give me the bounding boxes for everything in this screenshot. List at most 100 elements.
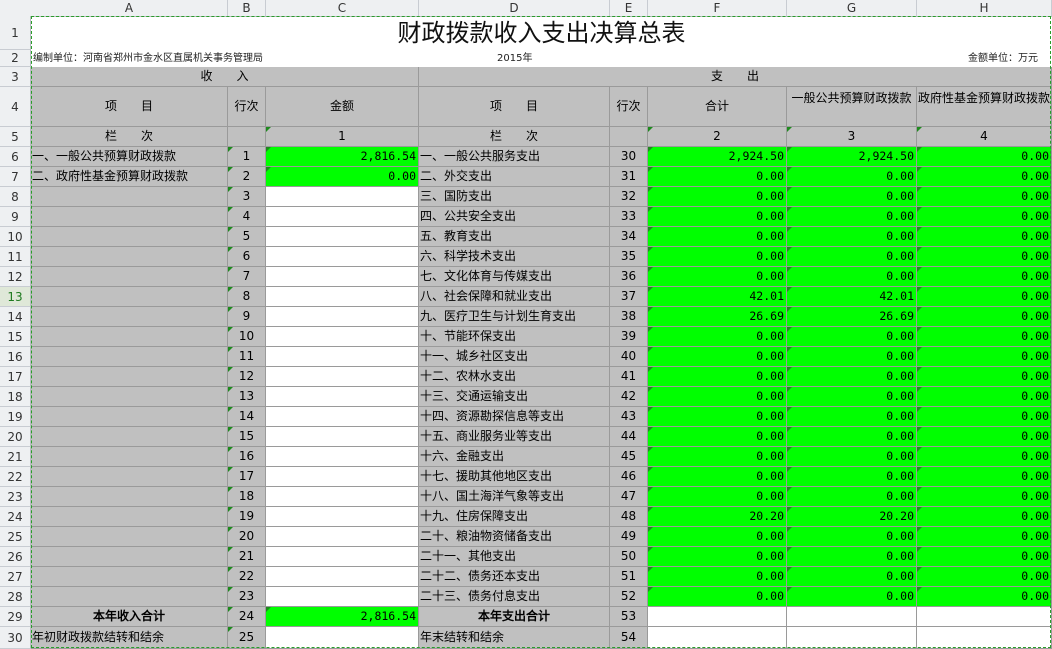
expense-item[interactable]: 十七、援助其他地区支出	[419, 467, 610, 487]
expense-section-header[interactable]: 支 出	[419, 67, 1052, 87]
row-header-13[interactable]: 13	[0, 287, 31, 307]
row-header-9[interactable]: 9	[0, 207, 31, 227]
expense-general-budget[interactable]: 0.00	[787, 267, 917, 287]
row-header-21[interactable]: 21	[0, 447, 31, 467]
row-header-28[interactable]: 28	[0, 587, 31, 607]
expense-item[interactable]: 九、医疗卫生与计划生育支出	[419, 307, 610, 327]
income-line[interactable]: 3	[228, 187, 266, 207]
column-header-f[interactable]: F	[648, 0, 787, 16]
column-number-c[interactable]: 1	[266, 127, 419, 147]
row-header-22[interactable]: 22	[0, 467, 31, 487]
expense-fund-budget[interactable]: 0.00	[917, 187, 1052, 207]
expense-line[interactable]: 48	[610, 507, 648, 527]
income-item[interactable]	[31, 407, 228, 427]
expense-fund-budget[interactable]: 0.00	[917, 367, 1052, 387]
income-carry-label[interactable]: 年初财政拨款结转和结余	[31, 627, 228, 649]
expense-total[interactable]: 0.00	[648, 367, 787, 387]
expense-line[interactable]: 39	[610, 327, 648, 347]
income-carry-line[interactable]: 25	[228, 627, 266, 649]
income-amount[interactable]	[266, 267, 419, 287]
expense-item[interactable]: 十三、交通运输支出	[419, 387, 610, 407]
income-line[interactable]: 20	[228, 527, 266, 547]
expense-general-budget[interactable]: 0.00	[787, 427, 917, 447]
expense-line[interactable]: 51	[610, 567, 648, 587]
income-line[interactable]: 10	[228, 327, 266, 347]
expense-item[interactable]: 十、节能环保支出	[419, 327, 610, 347]
column-number-g[interactable]: 3	[787, 127, 917, 147]
expense-fund-budget[interactable]: 0.00	[917, 267, 1052, 287]
expense-total[interactable]: 0.00	[648, 527, 787, 547]
income-amount[interactable]	[266, 487, 419, 507]
expense-total[interactable]: 0.00	[648, 567, 787, 587]
income-item[interactable]	[31, 547, 228, 567]
expense-line[interactable]: 31	[610, 167, 648, 187]
expense-fund-budget[interactable]: 0.00	[917, 247, 1052, 267]
expense-line[interactable]: 32	[610, 187, 648, 207]
expense-total[interactable]: 0.00	[648, 347, 787, 367]
expense-fund-budget[interactable]: 0.00	[917, 547, 1052, 567]
expense-carry-general[interactable]	[787, 627, 917, 649]
income-line[interactable]: 2	[228, 167, 266, 187]
column-header-c[interactable]: C	[266, 0, 419, 16]
income-line[interactable]: 15	[228, 427, 266, 447]
expense-total[interactable]: 26.69	[648, 307, 787, 327]
row-header-26[interactable]: 26	[0, 547, 31, 567]
income-item[interactable]: 一、一般公共预算财政拨款	[31, 147, 228, 167]
row-header-27[interactable]: 27	[0, 567, 31, 587]
expense-general-budget[interactable]: 0.00	[787, 247, 917, 267]
income-amount[interactable]	[266, 567, 419, 587]
income-item[interactable]	[31, 387, 228, 407]
income-total-label[interactable]: 本年收入合计	[31, 607, 228, 627]
income-item[interactable]: 二、政府性基金预算财政拨款	[31, 167, 228, 187]
expense-item[interactable]: 十一、城乡社区支出	[419, 347, 610, 367]
expense-line[interactable]: 42	[610, 387, 648, 407]
expense-item[interactable]: 一、一般公共服务支出	[419, 147, 610, 167]
income-item[interactable]	[31, 327, 228, 347]
expense-total[interactable]: 0.00	[648, 427, 787, 447]
income-line[interactable]: 16	[228, 447, 266, 467]
income-amount[interactable]	[266, 307, 419, 327]
row-header-29[interactable]: 29	[0, 607, 31, 627]
income-amount[interactable]	[266, 187, 419, 207]
column-number-e[interactable]	[610, 127, 648, 147]
row-header-17[interactable]: 17	[0, 367, 31, 387]
expense-total[interactable]: 0.00	[648, 467, 787, 487]
column-header-a[interactable]: A	[31, 0, 228, 16]
expense-line[interactable]: 46	[610, 467, 648, 487]
expense-general-budget[interactable]: 0.00	[787, 487, 917, 507]
expense-line[interactable]: 30	[610, 147, 648, 167]
income-amount[interactable]	[266, 347, 419, 367]
expense-line[interactable]: 45	[610, 447, 648, 467]
income-line[interactable]: 4	[228, 207, 266, 227]
row-header-18[interactable]: 18	[0, 387, 31, 407]
row-header-16[interactable]: 16	[0, 347, 31, 367]
column-number-b[interactable]	[228, 127, 266, 147]
expense-total[interactable]: 0.00	[648, 187, 787, 207]
income-item[interactable]	[31, 507, 228, 527]
income-amount[interactable]	[266, 387, 419, 407]
expense-item[interactable]: 十二、农林水支出	[419, 367, 610, 387]
income-item[interactable]	[31, 227, 228, 247]
income-line[interactable]: 9	[228, 307, 266, 327]
expense-line[interactable]: 47	[610, 487, 648, 507]
row-header-14[interactable]: 14	[0, 307, 31, 327]
income-amount[interactable]	[266, 407, 419, 427]
report-year[interactable]: 2015年	[497, 50, 532, 67]
expense-fund-budget[interactable]: 0.00	[917, 427, 1052, 447]
expense-fund-budget[interactable]: 0.00	[917, 487, 1052, 507]
expense-line[interactable]: 44	[610, 427, 648, 447]
expense-fund-budget[interactable]: 0.00	[917, 447, 1052, 467]
income-line[interactable]: 8	[228, 287, 266, 307]
income-line[interactable]: 7	[228, 267, 266, 287]
income-line[interactable]: 22	[228, 567, 266, 587]
reporting-unit[interactable]: 编制单位：河南省郑州市金水区直属机关事务管理局	[33, 50, 263, 67]
expense-carry-total[interactable]	[648, 627, 787, 649]
expense-line[interactable]: 36	[610, 267, 648, 287]
income-item[interactable]	[31, 447, 228, 467]
row-header-4[interactable]: 4	[0, 87, 31, 127]
expense-total-amount[interactable]	[648, 607, 787, 627]
expense-total[interactable]: 0.00	[648, 547, 787, 567]
income-total-amount[interactable]: 2,816.54	[266, 607, 419, 627]
expense-total[interactable]: 42.01	[648, 287, 787, 307]
expense-general-budget[interactable]: 0.00	[787, 227, 917, 247]
